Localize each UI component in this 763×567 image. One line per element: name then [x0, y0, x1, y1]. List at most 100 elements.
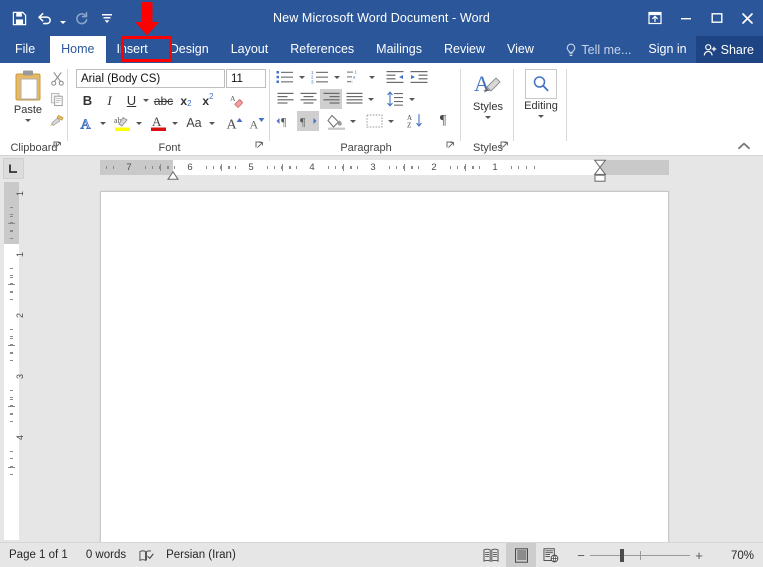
- font-color-button[interactable]: A: [147, 113, 169, 133]
- clear-formatting-button[interactable]: A: [226, 91, 248, 110]
- collapse-ribbon-button[interactable]: [736, 139, 752, 153]
- zoom-percentage[interactable]: 70%: [714, 550, 763, 562]
- italic-button[interactable]: I: [100, 91, 119, 110]
- subscript-button[interactable]: x2: [176, 91, 196, 110]
- paste-dropdown-icon[interactable]: [25, 119, 31, 122]
- close-icon[interactable]: [732, 0, 763, 36]
- save-icon[interactable]: [6, 4, 32, 32]
- font-name-dropdown-icon[interactable]: [210, 70, 224, 87]
- zoom-in-button[interactable]: +: [690, 543, 708, 567]
- text-effects-dropdown-icon[interactable]: [98, 113, 107, 133]
- font-size-dropdown-icon[interactable]: [251, 70, 265, 87]
- increase-font-size-button[interactable]: A: [225, 113, 245, 133]
- multilevel-list-button[interactable]: 1 a i: [344, 67, 366, 87]
- bullets-dropdown-icon[interactable]: [297, 67, 306, 87]
- numbering-dropdown-icon[interactable]: [332, 67, 341, 87]
- superscript-button[interactable]: x2: [198, 91, 218, 110]
- rtl-text-direction-button[interactable]: ¶: [297, 111, 319, 131]
- ribbon-display-options-icon[interactable]: [639, 0, 670, 36]
- align-left-button[interactable]: [274, 89, 296, 109]
- change-case-button[interactable]: Aa: [182, 113, 206, 133]
- share-button[interactable]: Share: [695, 36, 763, 63]
- change-case-dropdown-icon[interactable]: [207, 113, 216, 133]
- web-layout-view-button[interactable]: [536, 543, 566, 567]
- paste-button[interactable]: Paste: [7, 69, 49, 122]
- vertical-ruler[interactable]: 1 1 2 3 4: [4, 182, 25, 540]
- decrease-indent-button[interactable]: [384, 67, 406, 87]
- undo-icon[interactable]: [32, 4, 58, 32]
- text-highlight-color-button[interactable]: ab: [111, 113, 133, 133]
- maximize-restore-icon[interactable]: [701, 0, 732, 36]
- sort-button[interactable]: A Z: [404, 111, 426, 131]
- tell-me-button[interactable]: Tell me...: [559, 36, 639, 63]
- tab-view[interactable]: View: [496, 36, 545, 63]
- redo-icon[interactable]: [68, 4, 94, 32]
- borders-dropdown-icon[interactable]: [386, 111, 395, 131]
- first-line-indent-marker[interactable]: [167, 167, 179, 180]
- document-page[interactable]: [100, 191, 669, 543]
- numbering-button[interactable]: 1 2 3: [309, 67, 331, 87]
- tab-insert[interactable]: Insert: [106, 36, 159, 63]
- proofing-status-icon[interactable]: [135, 543, 157, 567]
- underline-dropdown-icon[interactable]: [141, 91, 150, 110]
- highlight-dropdown-icon[interactable]: [134, 113, 143, 133]
- shading-dropdown-icon[interactable]: [348, 111, 357, 131]
- horizontal-ruler[interactable]: 7 6 5 4 3 2 1: [100, 159, 669, 182]
- copy-button[interactable]: [47, 89, 67, 109]
- tab-home[interactable]: Home: [50, 36, 106, 63]
- print-layout-view-button[interactable]: [506, 543, 536, 567]
- font-color-dropdown-icon[interactable]: [170, 113, 179, 133]
- indent-markers-right[interactable]: [593, 159, 607, 183]
- tab-mailings[interactable]: Mailings: [365, 36, 433, 63]
- line-paragraph-spacing-button[interactable]: [384, 89, 406, 109]
- text-effects-button[interactable]: A: [77, 113, 97, 133]
- format-painter-button[interactable]: [47, 110, 67, 130]
- ruler-left-margin[interactable]: [100, 160, 173, 175]
- shading-button[interactable]: [325, 111, 347, 131]
- styles-button[interactable]: A Styles: [467, 70, 509, 119]
- decrease-font-size-button[interactable]: A: [247, 113, 267, 133]
- zoom-slider-thumb[interactable]: [620, 549, 625, 562]
- sign-in-button[interactable]: Sign in: [639, 36, 695, 63]
- read-mode-view-button[interactable]: [476, 543, 506, 567]
- paragraph-dialog-launcher[interactable]: [446, 141, 457, 152]
- cut-button[interactable]: [47, 68, 67, 88]
- ltr-text-direction-button[interactable]: ¶: [274, 111, 296, 131]
- tab-design[interactable]: Design: [159, 36, 220, 63]
- borders-button[interactable]: [363, 111, 385, 131]
- page-number-status[interactable]: Page 1 of 1: [0, 543, 77, 567]
- zoom-slider[interactable]: [590, 543, 690, 567]
- tab-stop-selector[interactable]: [3, 158, 24, 179]
- align-center-button[interactable]: [297, 89, 319, 109]
- justify-dropdown-icon[interactable]: [366, 89, 375, 109]
- undo-dropdown-icon[interactable]: [58, 4, 68, 32]
- font-size-combobox[interactable]: 11: [226, 69, 266, 88]
- customize-quick-access-icon[interactable]: [94, 4, 120, 32]
- editing-dropdown-icon[interactable]: [538, 115, 544, 118]
- justify-button[interactable]: [343, 89, 365, 109]
- font-dialog-launcher[interactable]: [255, 141, 266, 152]
- ruler-right-margin[interactable]: [600, 160, 669, 175]
- styles-dialog-launcher[interactable]: [500, 141, 511, 152]
- tab-references[interactable]: References: [279, 36, 365, 63]
- word-count-status[interactable]: 0 words: [77, 543, 135, 567]
- strikethrough-button[interactable]: abc: [153, 91, 174, 110]
- minimize-icon[interactable]: [670, 0, 701, 36]
- language-status[interactable]: Persian (Iran): [157, 543, 245, 567]
- font-name-combobox[interactable]: Arial (Body CS): [76, 69, 225, 88]
- clipboard-dialog-launcher[interactable]: [53, 141, 64, 152]
- increase-indent-button[interactable]: [408, 67, 430, 87]
- show-formatting-marks-button[interactable]: ¶: [432, 111, 454, 131]
- zoom-out-button[interactable]: −: [572, 543, 590, 567]
- line-spacing-dropdown-icon[interactable]: [407, 89, 416, 109]
- bullets-button[interactable]: [274, 67, 296, 87]
- underline-button[interactable]: U: [122, 91, 141, 110]
- tab-review[interactable]: Review: [433, 36, 496, 63]
- align-right-button[interactable]: [320, 89, 342, 109]
- tab-file[interactable]: File: [0, 36, 51, 63]
- tab-layout[interactable]: Layout: [220, 36, 280, 63]
- styles-dropdown-icon[interactable]: [485, 116, 491, 119]
- bold-button[interactable]: B: [78, 91, 97, 110]
- multilevel-list-dropdown-icon[interactable]: [367, 67, 376, 87]
- editing-button[interactable]: Editing: [520, 69, 562, 118]
